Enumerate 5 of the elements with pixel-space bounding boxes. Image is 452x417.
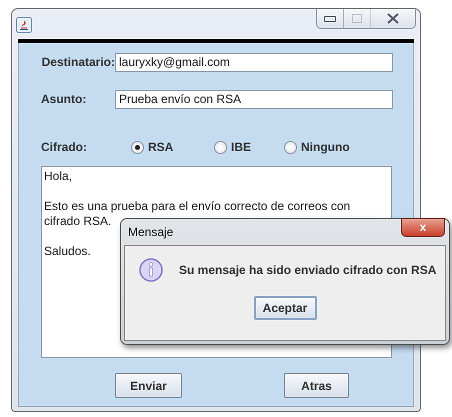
dialog-title: Mensaje — [128, 225, 174, 239]
encryption-label: Cifrado: — [40, 140, 88, 154]
recipient-label: Destinatario: — [40, 55, 115, 69]
subject-label: Asunto: — [40, 92, 88, 106]
dialog-message: Su mensaje ha sido enviado cifrado con RSA — [179, 263, 436, 277]
